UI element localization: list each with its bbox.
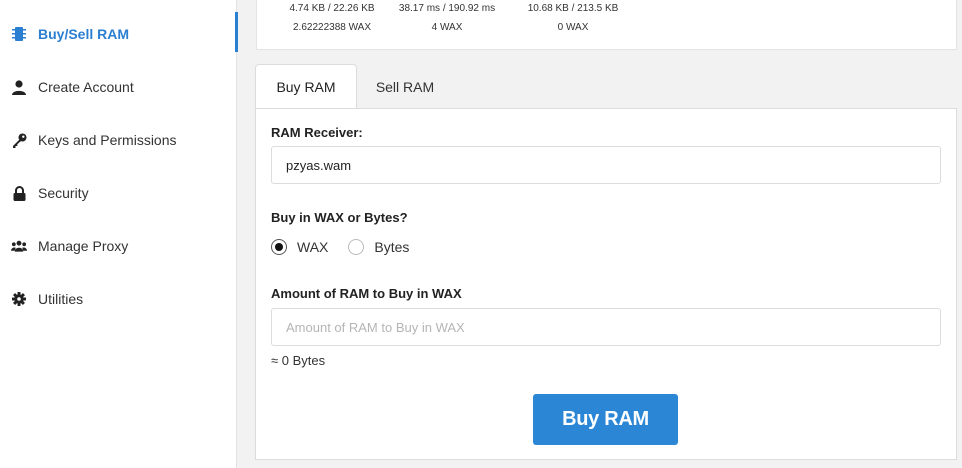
sidebar-item-label: Manage Proxy	[38, 238, 129, 254]
buy-ram-panel: RAM Receiver: Buy in WAX or Bytes? WAX B…	[255, 108, 957, 460]
chip-icon	[11, 26, 27, 42]
sidebar-item-create-account[interactable]: Create Account	[0, 67, 236, 107]
key-icon	[11, 132, 27, 148]
sidebar-item-manage-proxy[interactable]: Manage Proxy	[0, 226, 236, 266]
receiver-label: RAM Receiver:	[271, 125, 363, 140]
tab-sell-ram[interactable]: Sell RAM	[357, 64, 453, 109]
wax-radio-label[interactable]: WAX	[297, 239, 328, 255]
tab-label: Sell RAM	[375, 78, 435, 95]
buy-ram-button[interactable]: Buy RAM	[533, 394, 678, 445]
resources-card: 4.74 KB / 22.26 KB 2.62222388 WAX 38.17 …	[256, 0, 957, 50]
amount-label: Amount of RAM to Buy in WAX	[271, 286, 462, 301]
users-icon	[11, 238, 27, 254]
sidebar-item-buy-sell-ram[interactable]: Buy/Sell RAM	[0, 14, 236, 54]
approx-bytes: ≈ 0 Bytes	[271, 353, 326, 368]
sidebar-item-label: Buy/Sell RAM	[38, 26, 130, 42]
amount-input[interactable]	[271, 308, 941, 346]
lock-icon	[11, 185, 27, 201]
ram-value: 2.62222388 WAX	[292, 22, 372, 33]
sidebar-item-label: Create Account	[38, 79, 134, 95]
receiver-input[interactable]	[271, 146, 941, 184]
net-value: 0 WAX	[557, 22, 589, 33]
gear-icon	[11, 291, 27, 307]
sidebar-item-label: Keys and Permissions	[38, 132, 177, 148]
sidebar-item-keys-permissions[interactable]: Keys and Permissions	[0, 120, 236, 160]
bytes-radio[interactable]	[348, 239, 365, 255]
sidebar-item-label: Utilities	[38, 291, 84, 307]
sidebar: Buy/Sell RAM Create Account Keys and Per…	[0, 0, 238, 468]
sidebar-item-utilities[interactable]: Utilities	[0, 279, 236, 319]
ram-usage: 4.74 KB / 22.26 KB	[289, 3, 375, 14]
unit-radio-group: WAX Bytes	[271, 237, 429, 257]
sidebar-item-security[interactable]: Security	[0, 173, 236, 213]
wax-radio[interactable]	[271, 239, 287, 255]
user-icon	[11, 79, 27, 95]
tab-buy-ram[interactable]: Buy RAM	[255, 64, 357, 109]
sidebar-item-label: Security	[38, 185, 89, 201]
net-usage: 10.68 KB / 213.5 KB	[527, 3, 619, 14]
radio-dot	[275, 243, 283, 251]
cpu-value: 4 WAX	[431, 22, 463, 33]
bytes-radio-label[interactable]: Bytes	[374, 239, 409, 255]
cpu-usage: 38.17 ms / 190.92 ms	[398, 3, 496, 14]
unit-label: Buy in WAX or Bytes?	[271, 210, 408, 225]
tab-label: Buy RAM	[276, 79, 336, 95]
